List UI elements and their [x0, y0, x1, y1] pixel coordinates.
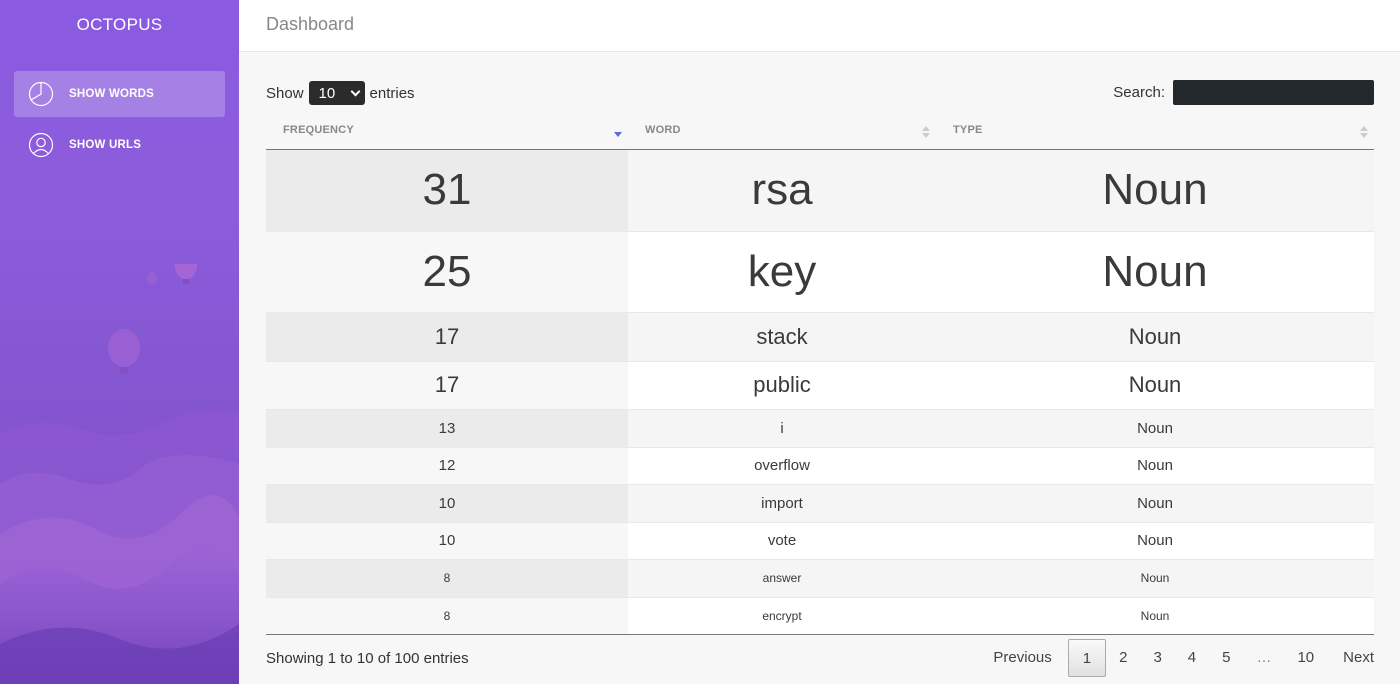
cell-type: Noun — [936, 522, 1374, 560]
table-row[interactable]: 25 key Noun — [266, 231, 1374, 313]
table-row[interactable]: 17 public Noun — [266, 361, 1374, 410]
cell-type: Noun — [936, 559, 1374, 598]
entries-label: entries — [369, 84, 415, 102]
sidebar: OCTOPUS SHOW WORDS SHOW URLS — [0, 0, 239, 684]
cell-frequency: 31 — [266, 149, 628, 232]
sort-both-icon — [1360, 126, 1368, 138]
cell-word: overflow — [628, 447, 936, 485]
cell-type: Noun — [936, 231, 1374, 313]
brand-logo[interactable]: OCTOPUS — [0, 0, 239, 50]
search-label: Search: — [1113, 84, 1165, 101]
cell-frequency: 17 — [266, 361, 628, 410]
cell-frequency: 13 — [266, 409, 628, 448]
cell-type: Noun — [936, 149, 1374, 232]
sidebar-nav: SHOW WORDS SHOW URLS — [14, 71, 225, 173]
table-header-row: FREQUENCY WORD TYPE — [266, 112, 1374, 150]
column-header-label: FREQUENCY — [283, 124, 354, 137]
cell-frequency: 10 — [266, 484, 628, 523]
cell-frequency: 17 — [266, 312, 628, 362]
cell-frequency: 12 — [266, 447, 628, 485]
page-length-select-wrap: 10 — [304, 81, 370, 105]
page-button-1[interactable]: 1 — [1067, 638, 1107, 677]
show-label: Show — [266, 84, 304, 102]
cell-type: Noun — [936, 312, 1374, 362]
cell-word: vote — [628, 522, 936, 560]
cell-type: Noun — [936, 361, 1374, 410]
cell-word: i — [628, 409, 936, 448]
page-button-2[interactable]: 2 — [1106, 639, 1140, 677]
pie-chart-icon — [28, 81, 54, 107]
table-row[interactable]: 12 overflow Noun — [266, 447, 1374, 485]
table-row[interactable]: 31 rsa Noun — [266, 149, 1374, 232]
table-row[interactable]: 10 vote Noun — [266, 522, 1374, 560]
page-button-3[interactable]: 3 — [1140, 639, 1174, 677]
sort-desc-icon — [614, 132, 622, 137]
page-length-select[interactable]: 10 — [308, 81, 365, 105]
top-header: Dashboard — [239, 0, 1400, 52]
page-length-control: Show 10 entries — [266, 81, 415, 105]
page-title: Dashboard — [266, 14, 355, 34]
page-button-4[interactable]: 4 — [1175, 639, 1209, 677]
cell-type: Noun — [936, 484, 1374, 523]
table-footer: Showing 1 to 10 of 100 entries Previous … — [266, 635, 1374, 684]
cell-word: stack — [628, 312, 936, 362]
main-content: Show 10 entries Search: FREQUENCY WORD T… — [266, 52, 1374, 684]
pagination: Previous 1 2 3 4 5 … 10 Next — [980, 638, 1374, 677]
column-header-type[interactable]: TYPE — [936, 112, 1374, 150]
sort-both-icon — [922, 126, 930, 138]
cell-word: answer — [628, 559, 936, 598]
cell-type: Noun — [936, 447, 1374, 485]
table-row[interactable]: 10 import Noun — [266, 484, 1374, 523]
page-button-5[interactable]: 5 — [1209, 639, 1243, 677]
sidebar-item-label: SHOW URLS — [69, 139, 142, 151]
cell-frequency: 25 — [266, 231, 628, 313]
cell-word: public — [628, 361, 936, 410]
cell-word: import — [628, 484, 936, 523]
table-info: Showing 1 to 10 of 100 entries — [266, 649, 469, 667]
table-row[interactable]: 17 stack Noun — [266, 312, 1374, 362]
cell-frequency: 8 — [266, 559, 628, 598]
cell-word: rsa — [628, 149, 936, 232]
column-header-label: TYPE — [953, 124, 983, 137]
previous-button[interactable]: Previous — [980, 639, 1067, 677]
column-header-word[interactable]: WORD — [628, 112, 936, 150]
table-controls: Show 10 entries Search: — [266, 52, 1374, 112]
words-table: FREQUENCY WORD TYPE 31 rsa Noun 25 key N… — [266, 112, 1374, 635]
pagination-ellipsis: … — [1256, 648, 1272, 666]
table-row[interactable]: 8 answer Noun — [266, 559, 1374, 598]
cell-frequency: 10 — [266, 522, 628, 560]
sidebar-item-label: SHOW WORDS — [69, 88, 155, 100]
sidebar-item-show-urls[interactable]: SHOW URLS — [14, 122, 225, 168]
cell-word: key — [628, 231, 936, 313]
sidebar-item-show-words[interactable]: SHOW WORDS — [14, 71, 225, 117]
next-button[interactable]: Next — [1327, 639, 1374, 677]
column-header-frequency[interactable]: FREQUENCY — [266, 112, 628, 150]
search-input[interactable] — [1173, 80, 1374, 105]
cell-type: Noun — [936, 597, 1374, 635]
column-header-label: WORD — [645, 124, 681, 137]
table-row[interactable]: 13 i Noun — [266, 409, 1374, 448]
cell-frequency: 8 — [266, 597, 628, 635]
page-button-10[interactable]: 10 — [1284, 639, 1327, 677]
cell-type: Noun — [936, 409, 1374, 448]
search-control: Search: — [1113, 80, 1374, 105]
user-icon — [28, 132, 54, 158]
sidebar-background-image — [0, 264, 239, 684]
cell-word: encrypt — [628, 597, 936, 635]
table-row[interactable]: 8 encrypt Noun — [266, 597, 1374, 635]
